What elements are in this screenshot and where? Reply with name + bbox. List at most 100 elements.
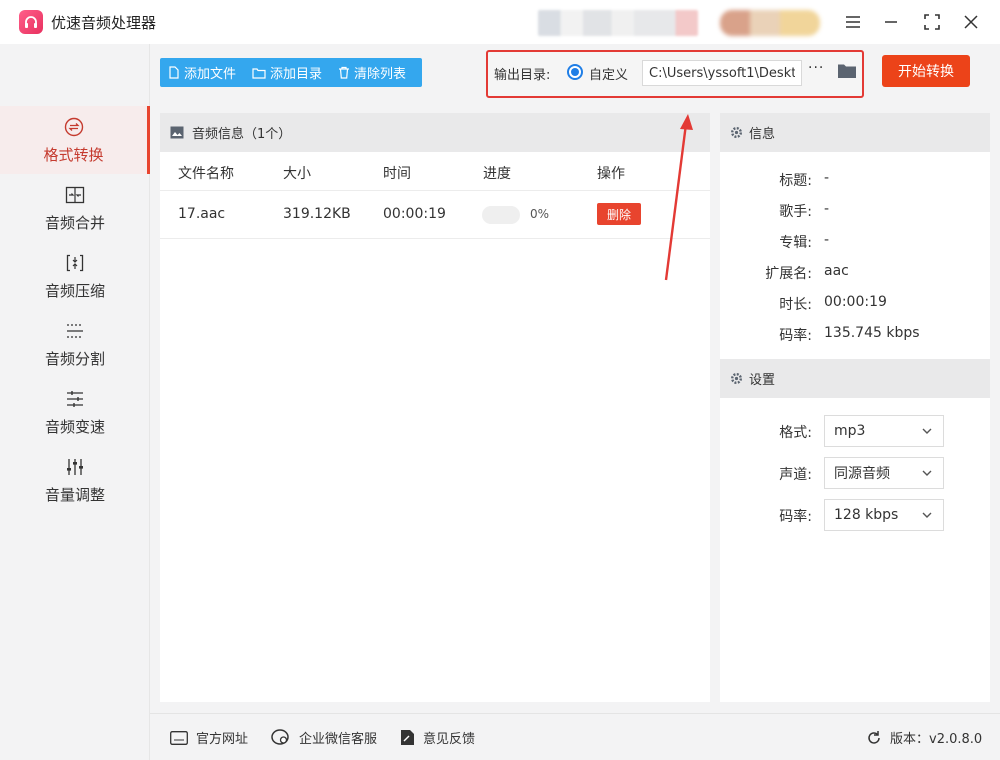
chevron-down-icon <box>922 512 932 518</box>
channel-label: 声道: <box>779 467 812 483</box>
info-duration-label: 时长: <box>779 297 812 313</box>
info-panel-header: 信息 <box>720 113 990 152</box>
delete-button[interactable]: 删除 <box>597 203 641 225</box>
file-toolbar: 添加文件 添加目录 清除列表 <box>160 58 422 87</box>
file-duration: 00:00:19 <box>383 206 446 222</box>
settings-panel-header: 设置 <box>720 359 990 398</box>
add-folder-button[interactable]: 添加目录 <box>244 58 330 87</box>
bitrate-label: 码率: <box>779 509 812 525</box>
feedback-icon <box>401 730 414 745</box>
format-select[interactable]: mp3 <box>824 415 944 447</box>
column-header: 文件名称 <box>178 166 234 182</box>
sidebar: 格式转换 音频合并 音频压缩 音频分割 音频变速 音量调整 <box>0 44 150 760</box>
compress-icon <box>64 252 86 274</box>
chevron-down-icon <box>922 428 932 434</box>
progress-percent: 0% <box>530 207 550 221</box>
menu-icon[interactable] <box>841 10 865 34</box>
format-convert-icon <box>63 116 85 138</box>
trash-icon <box>339 66 350 79</box>
gear-icon <box>730 372 743 385</box>
sidebar-item-label: 音频压缩 <box>44 281 105 300</box>
sidebar-item-format-convert[interactable]: 格式转换 <box>0 106 150 174</box>
blurred-avatar <box>720 10 820 36</box>
sidebar-item-label: 音频合并 <box>44 213 105 232</box>
open-folder-icon[interactable] <box>837 62 857 84</box>
wechat-support-label: 企业微信客服 <box>299 732 378 747</box>
website-icon <box>170 730 188 745</box>
sidebar-item-label: 格式转换 <box>43 145 104 164</box>
image-icon <box>170 126 184 139</box>
version-label: 版本：v2.0.8.0 <box>890 732 983 747</box>
sidebar-item-label: 音量调整 <box>44 485 105 504</box>
maximize-icon[interactable] <box>920 10 944 34</box>
info-extension-value: aac <box>824 263 849 279</box>
blurred-account-info <box>538 10 698 36</box>
bitrate-select[interactable]: 128 kbps <box>824 499 944 531</box>
gear-icon <box>730 126 743 139</box>
add-file-label: 添加文件 <box>184 67 237 82</box>
sidebar-item-volume[interactable]: 音量调整 <box>0 446 150 514</box>
column-header: 进度 <box>483 166 511 182</box>
info-title-value: - <box>824 170 830 186</box>
sidebar-item-label: 音频变速 <box>44 417 105 436</box>
format-select-value: mp3 <box>834 423 866 439</box>
split-icon <box>64 320 86 342</box>
table-row[interactable]: 17.aac 319.12KB 00:00:19 0% 删除 <box>160 191 710 239</box>
file-panel-header: 音频信息（1个） <box>160 113 710 152</box>
more-button[interactable]: ··· <box>808 60 824 76</box>
feedback-link[interactable]: 意见反馈 <box>400 728 475 747</box>
app-title: 优速音频处理器 <box>51 14 157 32</box>
minimize-icon[interactable] <box>879 10 903 34</box>
clear-list-button[interactable]: 清除列表 <box>330 58 414 87</box>
chat-icon <box>271 728 289 745</box>
info-panel: 信息 标题: - 歌手: - 专辑: - 扩展名: aac 时长: 00:00:… <box>720 113 990 702</box>
output-path-input[interactable] <box>642 60 802 86</box>
output-directory-group: 输出目录: 自定义 ··· <box>486 50 864 98</box>
bitrate-select-value: 128 kbps <box>834 507 899 523</box>
output-directory-label: 输出目录: <box>494 68 551 83</box>
custom-radio[interactable] <box>567 64 583 80</box>
chevron-down-icon <box>922 470 932 476</box>
info-bitrate-value: 135.745 kbps <box>824 325 920 341</box>
status-bar: 官方网址 企业微信客服 意见反馈 版本：v2.0.8.0 <box>150 713 1000 760</box>
progress-bar <box>482 206 520 224</box>
start-convert-button[interactable]: 开始转换 <box>882 55 970 87</box>
channel-select-value: 同源音频 <box>834 466 890 482</box>
version-info[interactable]: 版本：v2.0.8.0 <box>866 728 982 747</box>
close-icon[interactable] <box>959 10 983 34</box>
feedback-label: 意见反馈 <box>423 732 476 747</box>
sidebar-item-label: 音频分割 <box>44 349 105 368</box>
wechat-support-link[interactable]: 企业微信客服 <box>271 728 377 747</box>
channel-select[interactable]: 同源音频 <box>824 457 944 489</box>
folder-icon <box>252 67 266 79</box>
column-header: 操作 <box>597 166 625 182</box>
custom-radio-label[interactable]: 自定义 <box>589 64 628 83</box>
volume-sliders-icon <box>64 456 86 478</box>
sidebar-item-merge[interactable]: 音频合并 <box>0 174 150 242</box>
file-size: 319.12KB <box>283 206 351 222</box>
speed-icon <box>64 388 86 410</box>
add-file-button[interactable]: 添加文件 <box>160 58 244 87</box>
info-bitrate-label: 码率: <box>779 328 812 344</box>
refresh-icon <box>868 730 880 744</box>
column-header: 大小 <box>283 166 311 182</box>
info-album-value: - <box>824 232 830 248</box>
file-icon <box>169 66 179 79</box>
settings-panel-title: 设置 <box>749 373 776 388</box>
website-label: 官方网址 <box>196 732 249 747</box>
sidebar-item-split[interactable]: 音频分割 <box>0 310 150 378</box>
info-title-label: 标题: <box>779 173 812 189</box>
file-panel-title: 音频信息（1个） <box>192 127 292 142</box>
clear-list-label: 清除列表 <box>354 67 407 82</box>
info-extension-label: 扩展名: <box>765 266 812 282</box>
title-bar: 优速音频处理器 <box>0 0 1000 44</box>
sidebar-item-speed[interactable]: 音频变速 <box>0 378 150 446</box>
sidebar-item-compress[interactable]: 音频压缩 <box>0 242 150 310</box>
website-link[interactable]: 官方网址 <box>170 728 248 747</box>
info-panel-title: 信息 <box>749 127 776 142</box>
info-artist-value: - <box>824 201 830 217</box>
merge-icon <box>64 184 86 206</box>
app-logo-icon <box>19 10 43 34</box>
file-panel: 音频信息（1个） 文件名称 大小 时间 进度 操作 17.aac 319.12K… <box>160 113 710 702</box>
table-header: 文件名称 大小 时间 进度 操作 <box>160 152 710 191</box>
